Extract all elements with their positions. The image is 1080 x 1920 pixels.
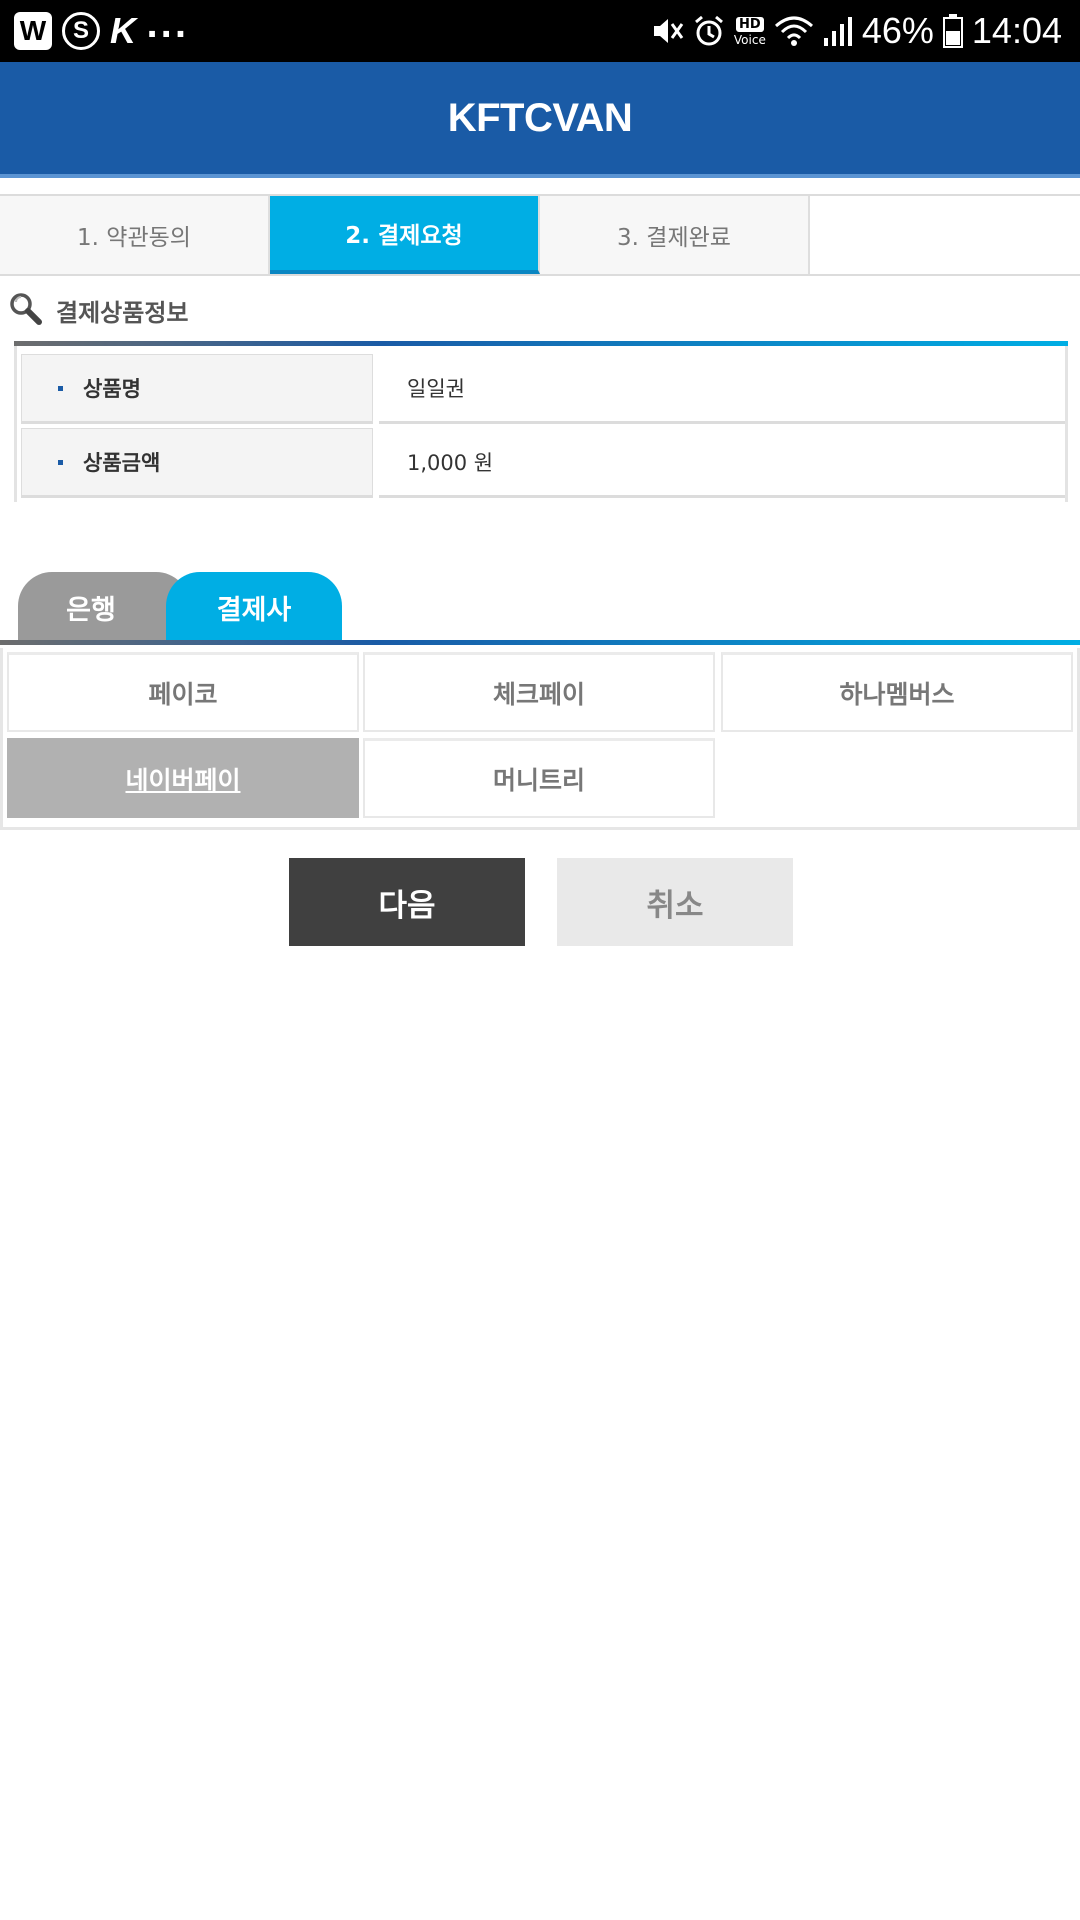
provider-hana-members[interactable]: 하나멤버스 (721, 652, 1073, 732)
product-name-value: 일일권 (379, 354, 1065, 424)
signal-icon (822, 14, 854, 48)
status-bar-left: W S K ... (14, 7, 189, 52)
table-row: 상품명 일일권 (17, 354, 1065, 424)
battery-icon (942, 13, 964, 49)
provider-payco[interactable]: 페이코 (7, 652, 359, 732)
app-header: KFTCVAN (0, 62, 1080, 178)
step-terms: 1. 약관동의 (0, 196, 270, 274)
next-button[interactable]: 다음 (289, 858, 525, 946)
battery-percent: 46% (861, 10, 934, 51)
app-title: KFTCVAN (447, 95, 633, 140)
product-price-label: 상품금액 (21, 428, 373, 498)
row-label: 상품금액 (83, 451, 161, 475)
product-name-label: 상품명 (21, 354, 373, 424)
hd-voice-icon: HD Voice (733, 16, 766, 47)
row-label: 상품명 (83, 377, 141, 401)
hd-label: HD (736, 16, 764, 32)
product-section-header: 결제상품정보 (8, 288, 188, 332)
product-section-title: 결제상품정보 (56, 298, 189, 327)
tab-bank[interactable]: 은행 (18, 572, 190, 642)
s-app-icon: S (62, 12, 100, 50)
table-row: 상품금액 1,000 원 (17, 428, 1065, 498)
search-icon (8, 291, 42, 329)
wifi-icon (774, 14, 814, 48)
provider-moneytree[interactable]: 머니트리 (363, 738, 715, 818)
bullet-icon (58, 385, 63, 391)
notification-overflow: ... (146, 7, 189, 45)
provider-naver-pay[interactable]: 네이버페이 (7, 738, 359, 818)
step-payment-request: 2. 결제요청 (270, 196, 540, 274)
cancel-button[interactable]: 취소 (557, 858, 793, 946)
bullet-icon (58, 459, 63, 465)
tab-payment-company[interactable]: 결제사 (166, 572, 342, 642)
step-tabs: 1. 약관동의 2. 결제요청 3. 결제완료 (0, 194, 1080, 276)
status-bar-right: HD Voice 46% 14:04 (650, 8, 1062, 54)
tab-divider (0, 640, 1080, 645)
status-bar: W S K ... HD Voice 46% 14:04 (0, 0, 1080, 62)
provider-checkpay[interactable]: 체크페이 (363, 652, 715, 732)
k-app-icon: K (110, 10, 136, 51)
w-app-icon: W (14, 12, 52, 50)
voice-label: Voice (733, 32, 766, 47)
mute-icon (650, 14, 684, 48)
provider-grid: 페이코 체크페이 하나멤버스 네이버페이 머니트리 (0, 648, 1080, 830)
clock: 14:04 (971, 10, 1062, 51)
alarm-icon (692, 14, 726, 48)
payment-method-tabs: 은행 결제사 (0, 572, 1080, 642)
step-payment-complete: 3. 결제완료 (540, 196, 810, 274)
product-price-value: 1,000 원 (379, 428, 1065, 498)
product-info-table: 상품명 일일권 상품금액 1,000 원 (14, 346, 1068, 502)
step-spacer (810, 196, 1080, 274)
